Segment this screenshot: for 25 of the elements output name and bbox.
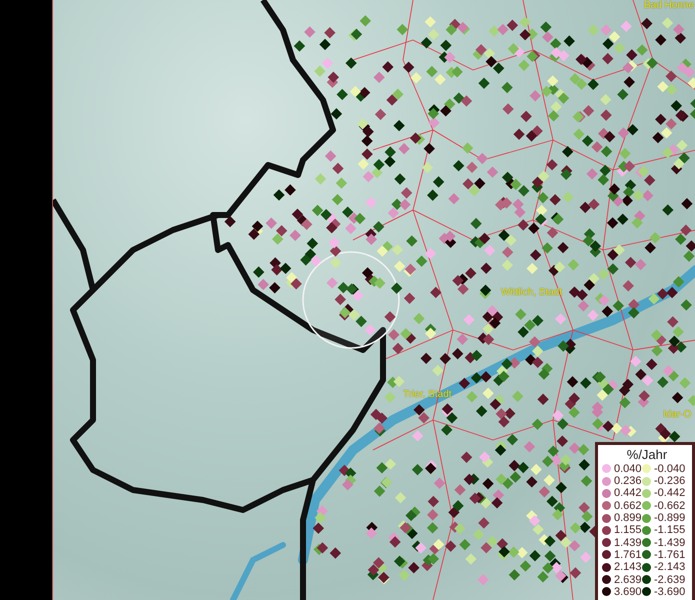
- place-label: Idar-O: [663, 409, 692, 420]
- legend-value: -2.143: [654, 561, 686, 574]
- legend-title: %/Jahr: [626, 446, 668, 462]
- legend-value: 1.439: [614, 536, 642, 549]
- legend-value: 2.639: [614, 574, 642, 586]
- legend-value: 1.155: [614, 524, 642, 536]
- place-label: Bad Honne: [644, 0, 694, 11]
- legend-value: 3.690: [614, 586, 642, 598]
- legend-value: 0.899: [614, 512, 642, 524]
- legend-value: -1.155: [654, 524, 686, 536]
- legend-value: -0.662: [654, 500, 686, 512]
- legend-value: -1.761: [654, 548, 686, 561]
- legend-value: 1.761: [614, 548, 642, 561]
- legend-value: -0.040: [654, 462, 686, 475]
- legend-value: 0.662: [614, 500, 642, 512]
- legend-value: -3.690: [654, 586, 686, 598]
- legend-value: -0.442: [654, 487, 686, 500]
- legend-value: -0.236: [654, 475, 686, 488]
- legend-value: 0.040: [614, 462, 642, 475]
- legend-value: 0.442: [614, 487, 642, 500]
- legend-value: -1.439: [654, 536, 686, 549]
- legend-value: 2.143: [614, 561, 642, 574]
- legend-value: -2.639: [654, 574, 686, 586]
- legend-value: -0.899: [654, 512, 686, 524]
- legend-value: 0.236: [614, 475, 642, 488]
